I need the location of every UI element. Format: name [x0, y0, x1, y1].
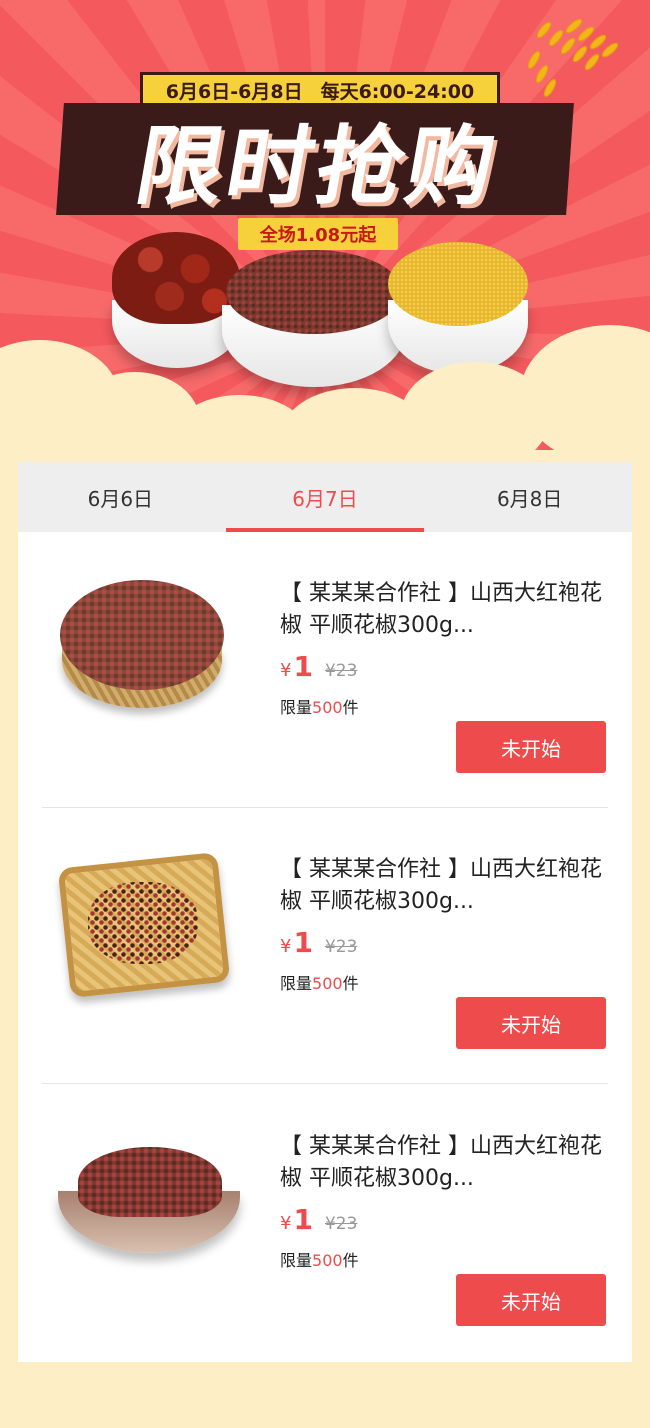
price-row: ¥ 1 ¥23 — [280, 650, 357, 683]
flash-sale-card: 6月6日 6月7日 6月8日 【 某某某合作社 】山西大红袍花椒 平顺花椒300… — [18, 462, 632, 1362]
currency-symbol: ¥ — [280, 660, 292, 681]
original-price: ¥23 — [324, 661, 358, 681]
limit-quantity: 500 — [312, 698, 343, 717]
promo-banner: 6月6日-6月8日 每天6:00-24:00 限时抢购 全场1.08元起 — [0, 0, 650, 450]
product-name[interactable]: 【 某某某合作社 】山西大红袍花椒 平顺花椒300g... — [280, 1131, 610, 1195]
currency-symbol: ¥ — [280, 936, 292, 957]
limit-suffix: 件 — [342, 698, 359, 717]
date-tabs: 6月6日 6月7日 6月8日 — [18, 462, 632, 532]
limit-suffix: 件 — [342, 1251, 359, 1270]
product-name[interactable]: 【 某某某合作社 】山西大红袍花椒 平顺花椒300g... — [280, 578, 610, 642]
product-image[interactable] — [58, 578, 238, 738]
product-image[interactable] — [58, 1131, 240, 1291]
tab-june-7[interactable]: 6月7日 — [223, 462, 428, 532]
not-started-button[interactable]: 未开始 — [456, 721, 606, 773]
sale-price: 1 — [293, 1203, 313, 1236]
limit-quantity: 500 — [312, 1251, 343, 1270]
tab-june-8[interactable]: 6月8日 — [427, 462, 632, 532]
product-item[interactable]: 【 某某某合作社 】山西大红袍花椒 平顺花椒300g... ¥ 1 ¥23 限量… — [42, 578, 608, 854]
limit-prefix: 限量 — [280, 1251, 313, 1270]
price-row: ¥ 1 ¥23 — [280, 926, 357, 959]
not-started-button[interactable]: 未开始 — [456, 1274, 606, 1326]
divider — [42, 1083, 608, 1084]
price-row: ¥ 1 ¥23 — [280, 1203, 357, 1236]
not-started-button[interactable]: 未开始 — [456, 997, 606, 1049]
tab-june-6[interactable]: 6月6日 — [18, 462, 223, 532]
promo-badge: 全场1.08元起 — [238, 218, 398, 250]
product-item[interactable]: 【 某某某合作社 】山西大红袍花椒 平顺花椒300g... ¥ 1 ¥23 限量… — [42, 851, 610, 1130]
product-name[interactable]: 【 某某某合作社 】山西大红袍花椒 平顺花椒300g... — [280, 854, 610, 918]
limit-quantity: 500 — [312, 974, 343, 993]
limit-suffix: 件 — [342, 974, 359, 993]
purchase-limit: 限量500件 — [280, 1247, 359, 1271]
sale-price: 1 — [293, 650, 313, 683]
currency-symbol: ¥ — [280, 1213, 292, 1234]
purchase-limit: 限量500件 — [280, 694, 359, 718]
limit-prefix: 限量 — [280, 974, 313, 993]
product-item[interactable]: 【 某某某合作社 】山西大红袍花椒 平顺花椒300g... ¥ 1 ¥23 限量… — [42, 1131, 608, 1407]
product-image[interactable] — [57, 851, 238, 1014]
original-price: ¥23 — [324, 1214, 358, 1234]
purchase-limit: 限量500件 — [280, 970, 359, 994]
original-price: ¥23 — [324, 937, 358, 957]
banner-title: 限时抢购 — [128, 116, 507, 217]
limit-prefix: 限量 — [280, 698, 313, 717]
sale-price: 1 — [293, 926, 313, 959]
divider — [42, 807, 608, 808]
wheat-icon — [510, 10, 630, 100]
